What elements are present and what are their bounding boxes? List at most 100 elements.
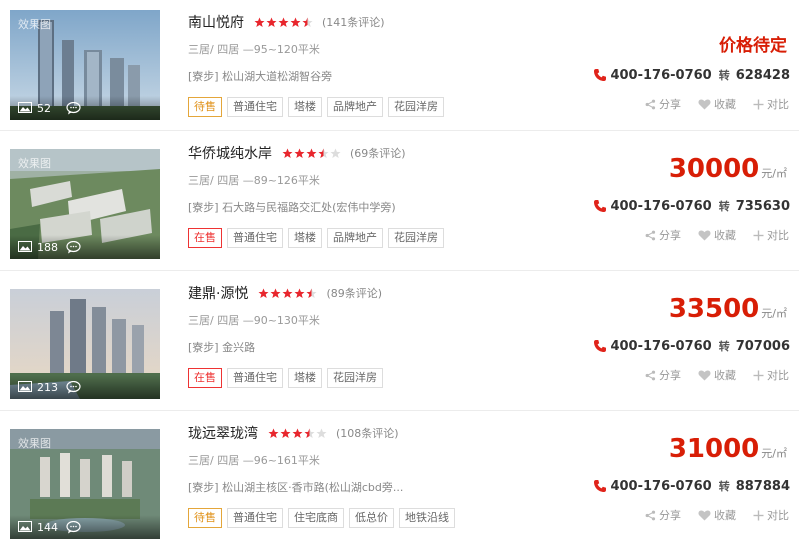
price-value: 30000 — [668, 154, 760, 184]
review-count-link[interactable]: (141条评论) — [322, 14, 385, 30]
rating-star-icon — [318, 148, 329, 158]
action-bar: 分享 收藏 对比 — [628, 507, 789, 523]
rating-star-icon — [290, 17, 301, 27]
hotline[interactable]: 400-176-0760 转 707006 — [593, 338, 790, 354]
action-bar: 分享 收藏 对比 — [628, 367, 789, 383]
compare-label: 对比 — [767, 229, 789, 242]
compare-button[interactable]: 对比 — [753, 507, 789, 523]
phone-number: 400-176-0760 — [610, 67, 712, 83]
hotline[interactable]: 400-176-0760 转 735630 — [593, 198, 790, 214]
share-button[interactable]: 分享 — [645, 367, 681, 383]
image-watermark: 效果图 — [18, 18, 51, 31]
compare-button[interactable]: 对比 — [753, 96, 789, 112]
thumbnail-overlay — [10, 375, 160, 399]
feature-tag: 住宅底商 — [288, 508, 344, 528]
rating-stars — [268, 428, 328, 439]
price-unit: 元/㎡ — [761, 167, 787, 180]
thumbnail-overlay — [10, 235, 160, 259]
district-tag: [寮步] — [188, 481, 219, 494]
share-icon — [645, 99, 656, 109]
feature-tag: 低总价 — [349, 508, 394, 528]
review-count-link[interactable]: (69条评论) — [350, 145, 406, 161]
price-value: 33500 — [668, 294, 760, 324]
compare-button[interactable]: 对比 — [753, 367, 789, 383]
district-tag: [寮步] — [188, 70, 219, 83]
image-watermark: 效果图 — [18, 437, 51, 450]
share-label: 分享 — [659, 229, 681, 242]
phone-icon — [594, 69, 607, 81]
review-count-link[interactable]: (108条评论) — [336, 425, 399, 441]
feature-tag: 地铁沿线 — [399, 508, 455, 528]
share-label: 分享 — [659, 509, 681, 522]
share-button[interactable]: 分享 — [645, 227, 681, 243]
review-count-link[interactable]: (89条评论) — [326, 285, 382, 301]
property-title-link[interactable]: 珑远翠珑湾 — [188, 423, 258, 443]
phone-icon — [594, 200, 607, 212]
title-row: 建鼎·源悦 (89条评论) — [188, 283, 382, 303]
comment-icon[interactable] — [66, 102, 81, 115]
hotline[interactable]: 400-176-0760 转 887884 — [593, 478, 790, 494]
listing-card: 效果图 144 珑远翠珑湾 (108条评论) 三居/ 四居 —96~161平米 … — [0, 411, 799, 550]
extension-separator: 转 — [718, 69, 730, 82]
comment-icon[interactable] — [66, 381, 81, 394]
favorite-button[interactable]: 收藏 — [698, 367, 736, 383]
feature-tag: 花园洋房 — [327, 368, 383, 388]
phone-icon — [594, 340, 607, 352]
price-value: 31000 — [668, 434, 760, 464]
image-count: 213 — [37, 381, 58, 394]
rating-star-icon — [282, 148, 293, 158]
property-thumbnail[interactable]: 213 — [10, 289, 160, 399]
price: 30000 元/㎡ — [669, 154, 787, 184]
plus-icon — [753, 230, 764, 240]
phone-number: 400-176-0760 — [610, 198, 712, 214]
thumbnail-overlay — [10, 96, 160, 120]
heart-icon — [698, 370, 711, 380]
share-button[interactable]: 分享 — [645, 507, 681, 523]
feature-tag: 花园洋房 — [388, 228, 444, 248]
address: [寮步] 石大路与民福路交汇处(宏伟中学旁) — [188, 199, 396, 215]
plus-icon — [753, 370, 764, 380]
comment-icon[interactable] — [66, 521, 81, 534]
feature-tag: 普通住宅 — [227, 97, 283, 117]
share-button[interactable]: 分享 — [645, 96, 681, 112]
unit-layout: 三居/ 四居 —89~126平米 — [188, 174, 320, 187]
compare-button[interactable]: 对比 — [753, 227, 789, 243]
property-thumbnail[interactable]: 效果图 188 — [10, 149, 160, 259]
rating-star-icon — [294, 288, 305, 298]
favorite-label: 收藏 — [714, 98, 736, 111]
image-watermark: 效果图 — [18, 157, 51, 170]
price-pending: 价格待定 — [719, 36, 787, 56]
comment-icon[interactable] — [66, 241, 81, 254]
phone-number: 400-176-0760 — [610, 338, 712, 354]
unit-layout: 三居/ 四居 —90~130平米 — [188, 314, 320, 327]
rating-star-icon — [258, 288, 269, 298]
address: [寮步] 金兴路 — [188, 339, 255, 355]
rating-star-icon — [282, 288, 293, 298]
property-title-link[interactable]: 华侨城纯水岸 — [188, 143, 272, 163]
favorite-button[interactable]: 收藏 — [698, 96, 736, 112]
property-thumbnail[interactable]: 效果图 144 — [10, 429, 160, 539]
favorite-button[interactable]: 收藏 — [698, 227, 736, 243]
rating-star-icon — [304, 428, 315, 438]
share-label: 分享 — [659, 369, 681, 382]
thumbnail-overlay — [10, 515, 160, 539]
favorite-button[interactable]: 收藏 — [698, 507, 736, 523]
feature-tag: 普通住宅 — [227, 508, 283, 528]
feature-tag: 塔楼 — [288, 97, 322, 117]
sale-status-badge: 在售 — [188, 228, 222, 248]
sale-status-badge: 在售 — [188, 368, 222, 388]
title-row: 南山悦府 (141条评论) — [188, 12, 385, 32]
rating-star-icon — [280, 428, 291, 438]
tag-list: 待售 普通住宅 塔楼 品牌地产 花园洋房 — [188, 97, 449, 117]
picture-icon — [18, 102, 32, 113]
hotline[interactable]: 400-176-0760 转 628428 — [593, 67, 790, 83]
property-title-link[interactable]: 建鼎·源悦 — [188, 283, 248, 303]
sale-status-badge: 待售 — [188, 97, 222, 117]
property-title-link[interactable]: 南山悦府 — [188, 12, 244, 32]
heart-icon — [698, 230, 711, 240]
property-thumbnail[interactable]: 效果图 52 — [10, 10, 160, 120]
unit-layout: 三居/ 四居 —96~161平米 — [188, 454, 320, 467]
action-bar: 分享 收藏 对比 — [628, 227, 789, 243]
address: [寮步] 松山湖主核区·香市路(松山湖cbd旁... — [188, 479, 403, 495]
action-bar: 分享 收藏 对比 — [628, 96, 789, 112]
